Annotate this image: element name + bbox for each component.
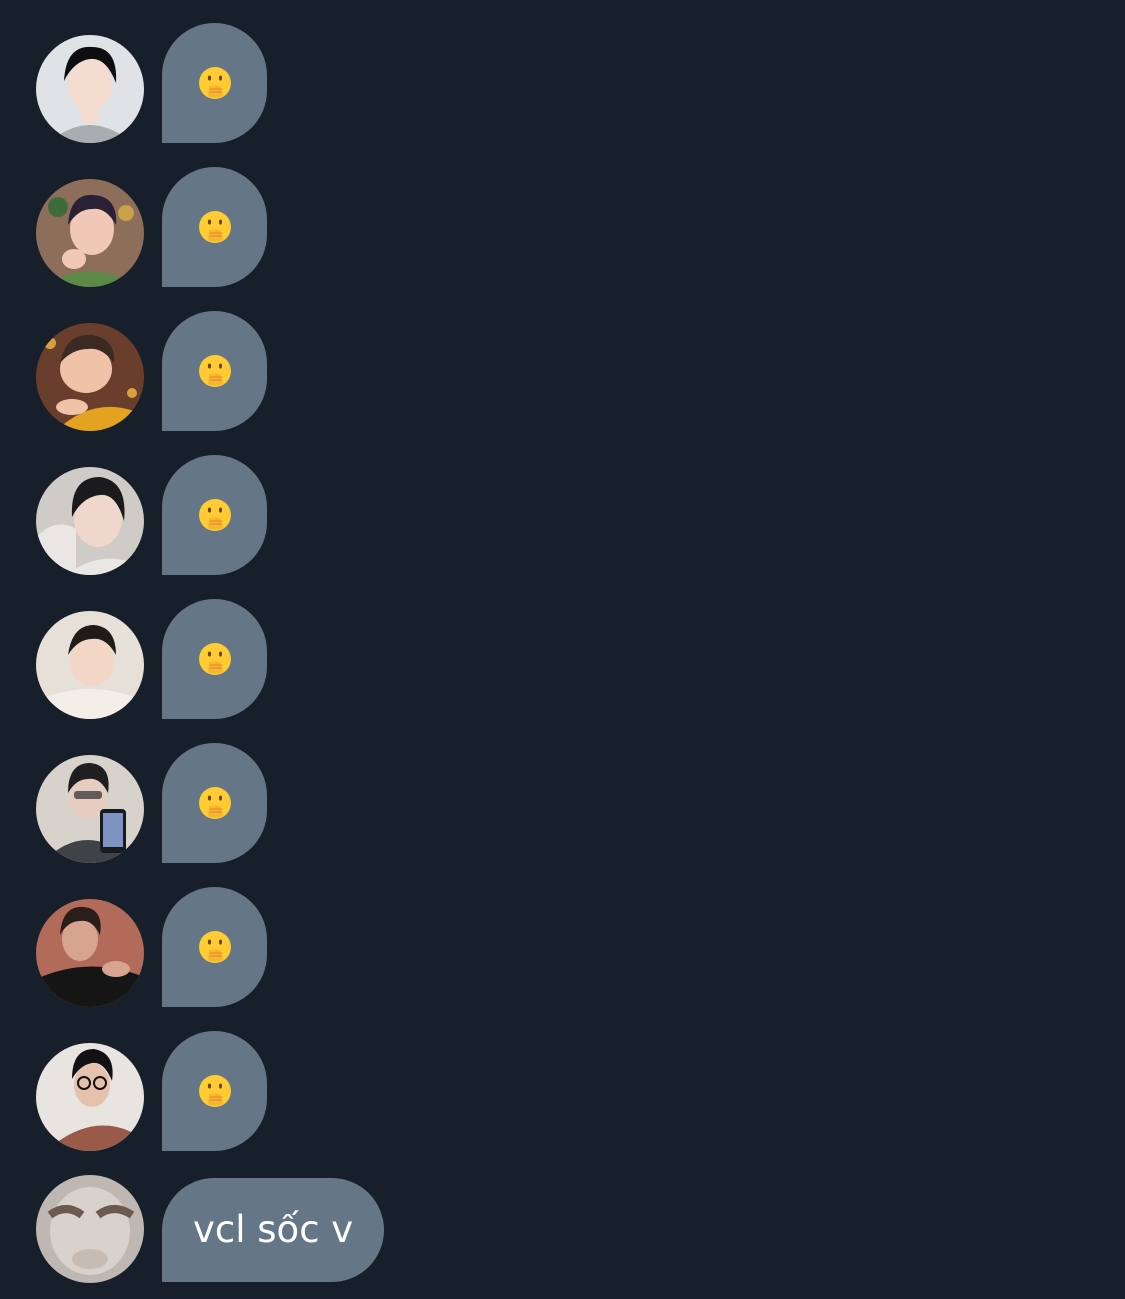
message-row [0, 23, 1125, 167]
message-bubble[interactable]: vcl sốc v [162, 1178, 385, 1282]
message-bubble[interactable] [162, 599, 267, 719]
face-with-hand-over-mouth-icon [198, 499, 231, 531]
message-row [0, 743, 1125, 887]
avatar[interactable] [36, 755, 144, 863]
face-with-hand-over-mouth-icon [198, 211, 231, 243]
face-with-hand-over-mouth-icon [198, 787, 231, 819]
message-bubble[interactable] [162, 1031, 267, 1151]
face-with-hand-over-mouth-icon [198, 355, 231, 387]
message-thread: vcl sốc v [0, 0, 1125, 1299]
face-with-hand-over-mouth-icon [198, 67, 231, 99]
message-bubble[interactable] [162, 311, 267, 431]
avatar[interactable] [36, 1043, 144, 1151]
avatar[interactable] [36, 899, 144, 1007]
message-row [0, 599, 1125, 743]
message-bubble[interactable] [162, 887, 267, 1007]
message-text: vcl sốc v [193, 1208, 354, 1251]
message-row [0, 1031, 1125, 1175]
face-with-hand-over-mouth-icon [198, 931, 231, 963]
message-bubble[interactable] [162, 167, 267, 287]
message-bubble[interactable] [162, 743, 267, 863]
message-bubble[interactable] [162, 455, 267, 575]
avatar[interactable] [36, 35, 144, 143]
message-row [0, 455, 1125, 599]
message-row: vcl sốc v [0, 1175, 1125, 1285]
face-with-hand-over-mouth-icon [198, 1075, 231, 1107]
face-with-hand-over-mouth-icon [198, 643, 231, 675]
avatar[interactable] [36, 323, 144, 431]
avatar[interactable] [36, 467, 144, 575]
avatar[interactable] [36, 179, 144, 287]
message-row [0, 311, 1125, 455]
avatar[interactable] [36, 1175, 144, 1283]
avatar[interactable] [36, 611, 144, 719]
message-bubble[interactable] [162, 23, 267, 143]
message-row [0, 887, 1125, 1031]
message-row [0, 167, 1125, 311]
